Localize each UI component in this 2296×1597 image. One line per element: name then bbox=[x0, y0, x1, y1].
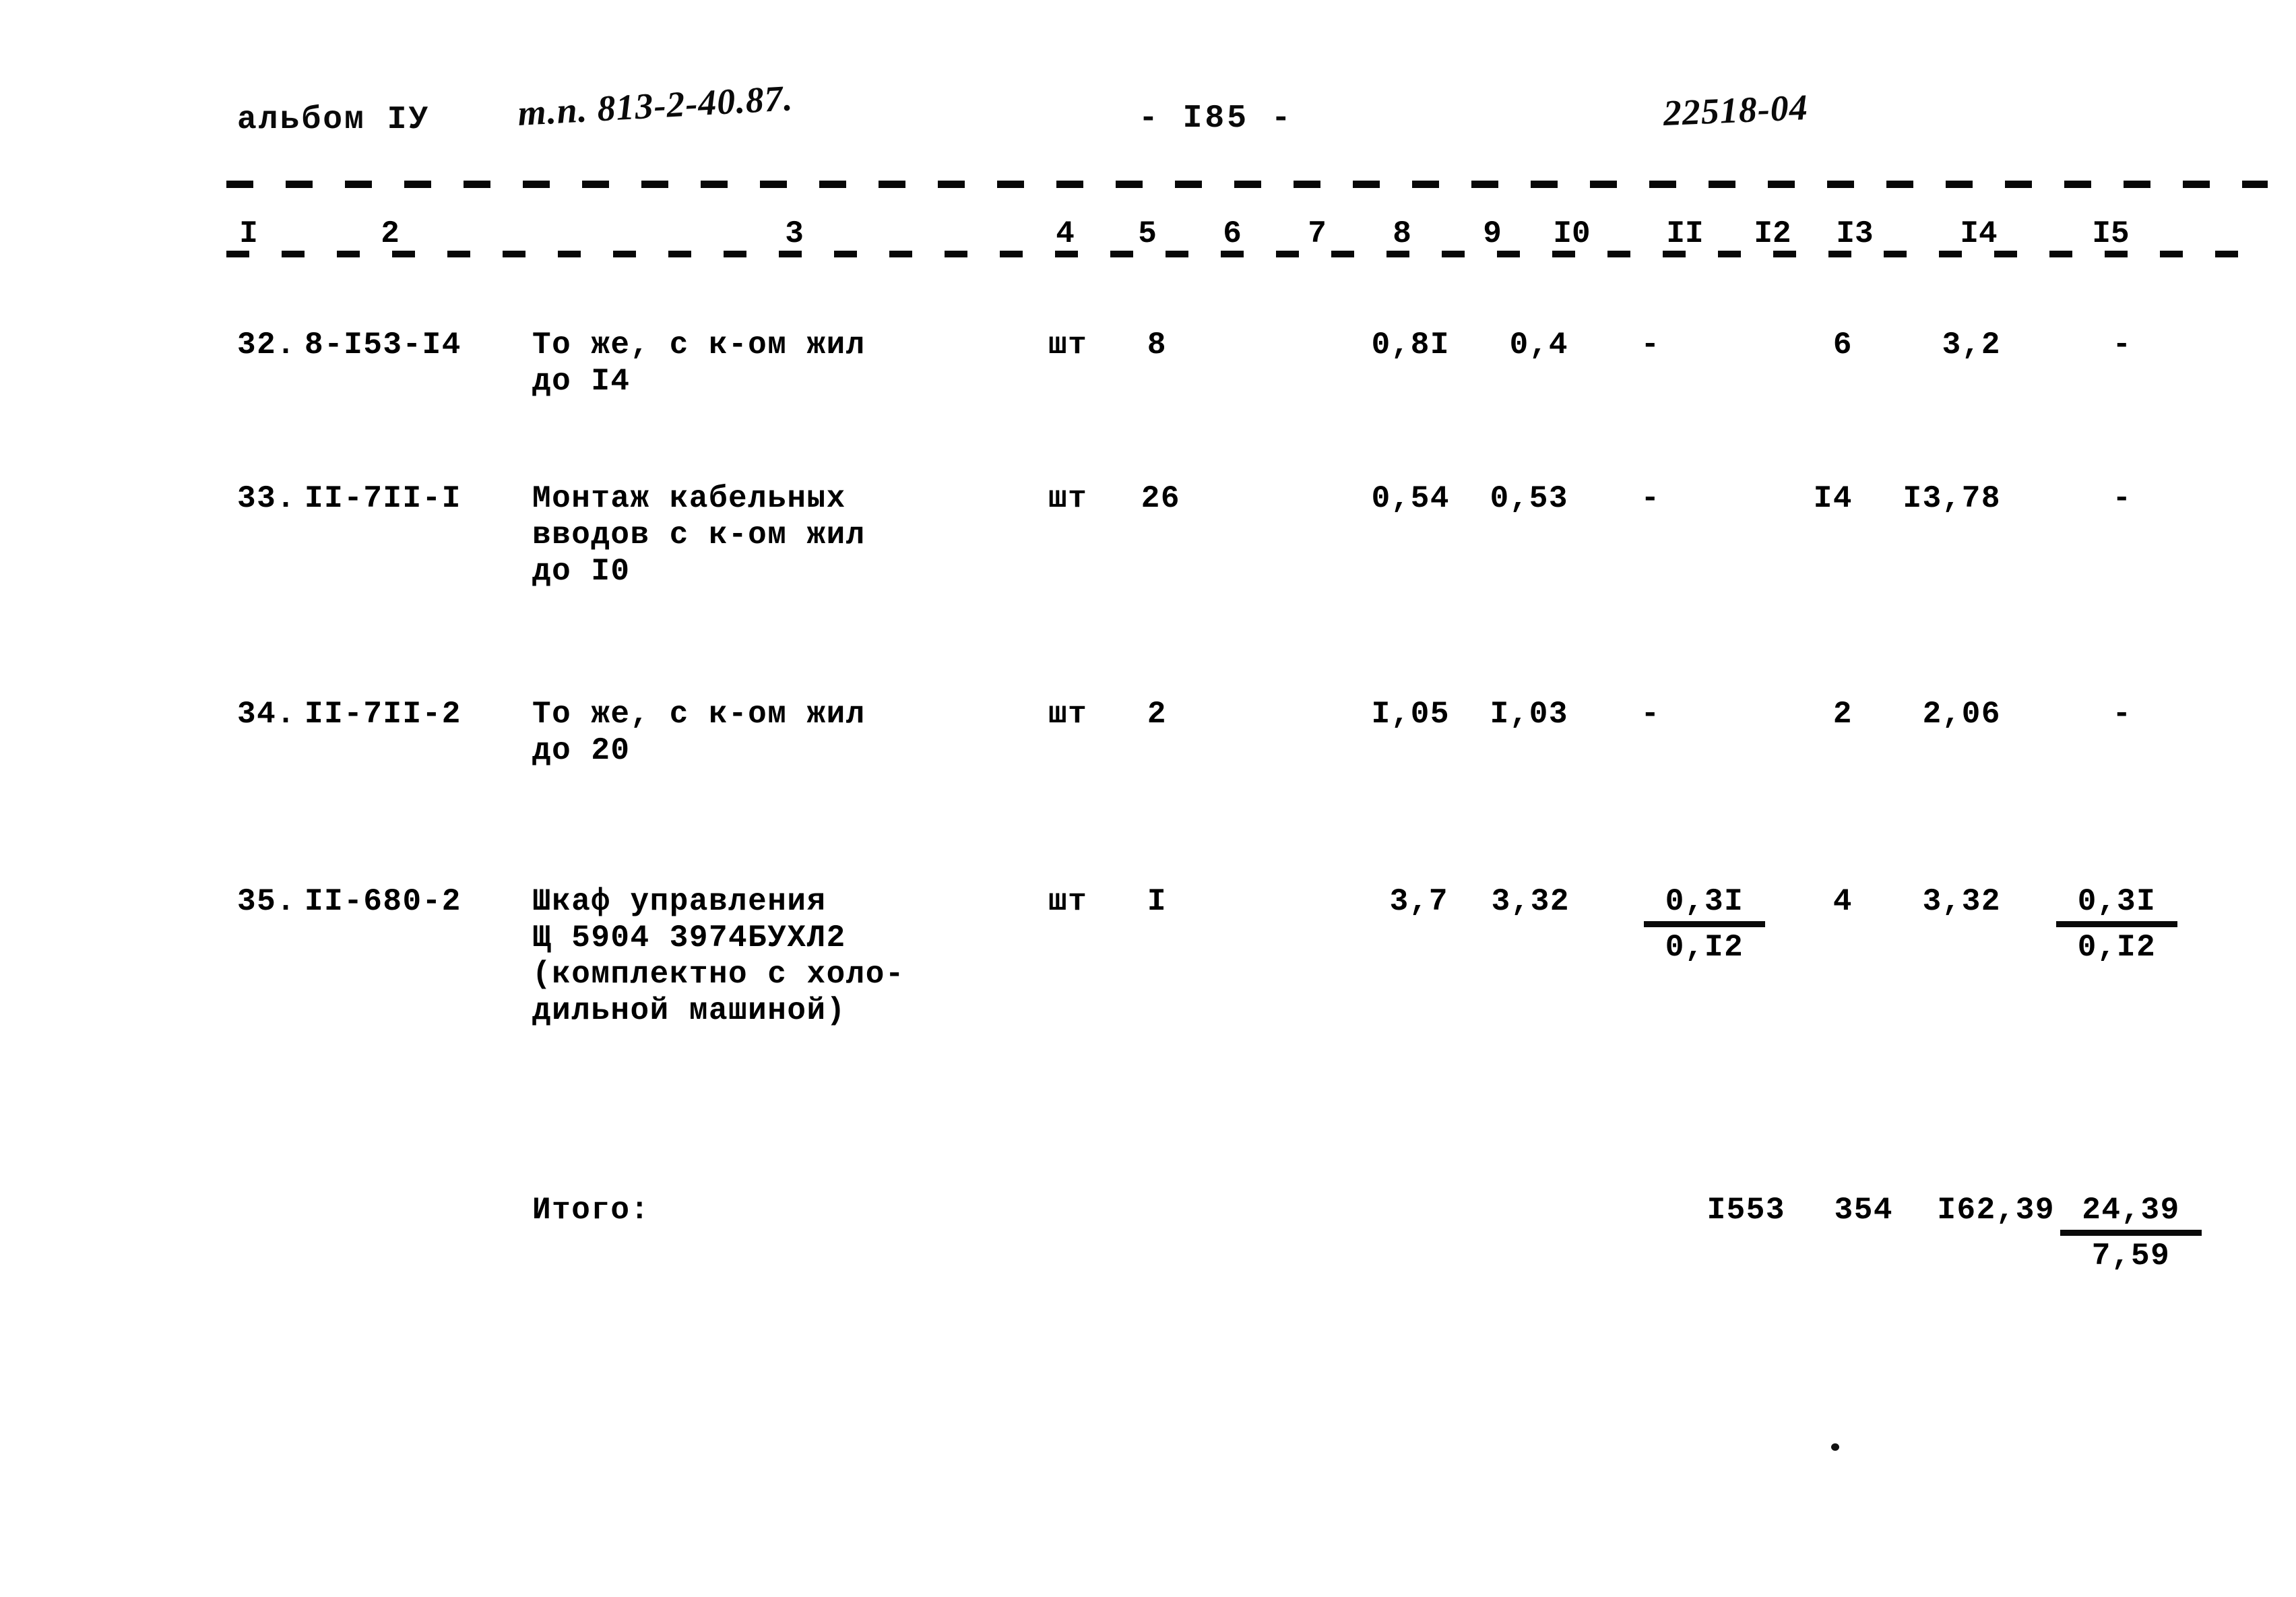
column-number-10: I0 bbox=[1536, 217, 1607, 251]
row-quantity: I bbox=[1147, 884, 1167, 919]
total-col-15-denominator: 7,59 bbox=[2091, 1239, 2171, 1274]
row-col-9: 0,53 bbox=[1490, 481, 1568, 516]
row-name-line-2: вводов с к-ом жил bbox=[532, 518, 866, 553]
row-name-line-1: То же, с к-ом жил bbox=[532, 697, 866, 732]
row-col-13: 6 bbox=[1832, 327, 1853, 363]
row-name-line-4: дильной машиной) bbox=[532, 993, 846, 1028]
row-col-10: - bbox=[1640, 697, 1661, 732]
column-number-6: 6 bbox=[1206, 217, 1258, 251]
row-col-15: - bbox=[2112, 481, 2132, 516]
row-col-10-denominator: 0,I2 bbox=[1665, 930, 1744, 965]
row-code: II-680-2 bbox=[305, 884, 461, 919]
row-unit: шт bbox=[1048, 481, 1088, 516]
column-number-5: 5 bbox=[1121, 217, 1174, 251]
row-col-8: 0,54 bbox=[1371, 481, 1450, 516]
row-number: 32. bbox=[237, 327, 296, 363]
row-unit: шт bbox=[1048, 697, 1088, 732]
row-name-line-1: Монтаж кабельных bbox=[532, 481, 846, 516]
row-col-15-numerator: 0,3I bbox=[2056, 883, 2177, 927]
row-col-15: - bbox=[2112, 697, 2132, 732]
row-col-10-numerator: 0,3I bbox=[1644, 883, 1765, 927]
album-label: альбом IУ bbox=[237, 102, 430, 138]
total-col-12: 354 bbox=[1834, 1193, 1893, 1228]
column-number-14: I4 bbox=[1943, 217, 2014, 251]
row-col-8: 3,7 bbox=[1389, 884, 1448, 919]
total-col-15-numerator: 24,39 bbox=[2060, 1191, 2202, 1236]
row-col-13: 2 bbox=[1832, 697, 1853, 732]
row-name-line-1: Шкаф управления bbox=[532, 884, 827, 919]
row-col-14: 2,06 bbox=[1922, 697, 2001, 732]
column-number-13: I3 bbox=[1819, 217, 1890, 251]
row-col-15: - bbox=[2112, 327, 2132, 363]
document-page: альбом IУ т.п. 813-2-40.87. - I85 - 2251… bbox=[0, 0, 2296, 1597]
row-col-14: 3,2 bbox=[1942, 327, 2001, 363]
row-quantity: 26 bbox=[1141, 481, 1180, 516]
row-unit: шт bbox=[1048, 884, 1088, 919]
row-name-line-1: То же, с к-ом жил bbox=[532, 327, 866, 363]
row-number: 33. bbox=[237, 481, 296, 516]
total-col-15-fraction: 24,39 7,59 bbox=[2060, 1191, 2202, 1275]
row-name-line-3: до I0 bbox=[532, 554, 631, 589]
column-number-15: I5 bbox=[2075, 217, 2146, 251]
column-number-12: I2 bbox=[1737, 217, 1808, 251]
table-top-dashed-rule bbox=[226, 181, 2268, 188]
row-col-8: I,05 bbox=[1371, 697, 1450, 732]
total-col-11: I553 bbox=[1707, 1193, 1785, 1228]
row-col-15-fraction: 0,3I 0,I2 bbox=[2056, 883, 2177, 966]
row-col-13: I4 bbox=[1813, 481, 1853, 516]
row-col-9: 0,4 bbox=[1509, 327, 1568, 363]
row-col-10: - bbox=[1640, 327, 1661, 363]
row-col-10-fraction: 0,3I 0,I2 bbox=[1644, 883, 1765, 966]
row-number: 35. bbox=[237, 884, 296, 919]
row-code: 8-I53-I4 bbox=[305, 327, 461, 363]
column-number-2: 2 bbox=[364, 217, 416, 251]
total-label: Итого: bbox=[532, 1193, 650, 1228]
column-number-8: 8 bbox=[1376, 217, 1428, 251]
row-col-14: 3,32 bbox=[1922, 884, 2001, 919]
project-code-handwritten: т.п. 813-2-40.87. bbox=[516, 77, 794, 133]
row-code: II-7II-I bbox=[305, 481, 461, 516]
document-code-handwritten: 22518-04 bbox=[1662, 87, 1809, 133]
total-col-13: I62,39 bbox=[1937, 1193, 2055, 1228]
column-number-7: 7 bbox=[1291, 217, 1343, 251]
row-col-9: I,03 bbox=[1490, 697, 1568, 732]
row-number: 34. bbox=[237, 697, 296, 732]
row-col-13: 4 bbox=[1832, 884, 1853, 919]
row-name-line-3: (комплектно с холо- bbox=[532, 957, 905, 992]
row-col-9: 3,32 bbox=[1491, 884, 1570, 919]
scan-speck-artifact bbox=[1831, 1443, 1839, 1451]
row-col-10: - bbox=[1640, 481, 1661, 516]
row-col-15-denominator: 0,I2 bbox=[2077, 930, 2157, 965]
row-name-line-2: до I4 bbox=[532, 364, 631, 399]
row-col-14: I3,78 bbox=[1903, 481, 2001, 516]
column-number-11: II bbox=[1649, 217, 1721, 251]
column-number-dashed-rule bbox=[226, 251, 2268, 257]
row-quantity: 2 bbox=[1147, 697, 1167, 732]
column-number-3: 3 bbox=[768, 217, 821, 251]
column-number-1: I bbox=[222, 217, 275, 251]
column-number-4: 4 bbox=[1039, 217, 1091, 251]
row-unit: шт bbox=[1048, 327, 1088, 363]
row-name-line-2: до 20 bbox=[532, 733, 631, 768]
row-col-8: 0,8I bbox=[1371, 327, 1450, 363]
row-quantity: 8 bbox=[1147, 327, 1167, 363]
page-number: - I85 - bbox=[1139, 100, 1294, 137]
row-name-line-2: Щ 5904 3974БУХЛ2 bbox=[532, 920, 846, 956]
row-code: II-7II-2 bbox=[305, 697, 461, 732]
column-number-9: 9 bbox=[1466, 217, 1519, 251]
